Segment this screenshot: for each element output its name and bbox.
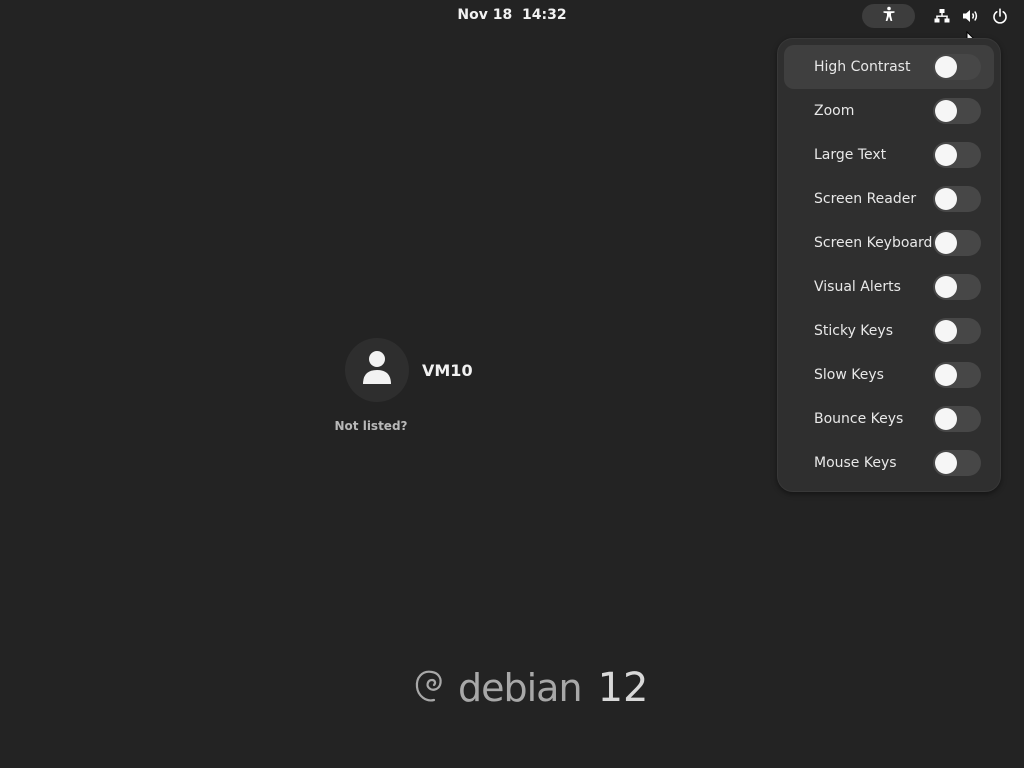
user-name: VM10 bbox=[422, 360, 473, 380]
switch-knob bbox=[935, 320, 957, 342]
debian-swirl-icon bbox=[412, 666, 446, 710]
menu-item-label: Sticky Keys bbox=[814, 323, 893, 339]
menu-item-bounce-keys[interactable]: Bounce Keys bbox=[784, 397, 994, 441]
bounce-keys-switch[interactable] bbox=[933, 406, 981, 432]
user-list-item[interactable]: VM10 bbox=[345, 338, 473, 402]
menu-item-label: Screen Reader bbox=[814, 191, 917, 207]
not-listed-button[interactable]: Not listed? bbox=[331, 419, 411, 433]
menu-item-screen-keyboard[interactable]: Screen Keyboard bbox=[784, 221, 994, 265]
switch-knob bbox=[935, 188, 957, 210]
power-icon bbox=[988, 4, 1012, 28]
switch-knob bbox=[935, 452, 957, 474]
menu-item-large-text[interactable]: Large Text bbox=[784, 133, 994, 177]
switch-knob bbox=[935, 408, 957, 430]
large-text-switch[interactable] bbox=[933, 142, 981, 168]
screen-keyboard-switch[interactable] bbox=[933, 230, 981, 256]
switch-knob bbox=[935, 100, 957, 122]
clock-time: 14:32 bbox=[522, 7, 567, 23]
clock-button[interactable]: Nov 18 14:32 bbox=[457, 7, 566, 23]
user-avatar-icon bbox=[361, 350, 393, 390]
mouse-keys-switch[interactable] bbox=[933, 450, 981, 476]
clock-date: Nov 18 bbox=[457, 7, 513, 23]
menu-item-label: High Contrast bbox=[814, 59, 911, 75]
menu-item-label: Visual Alerts bbox=[814, 279, 901, 295]
volume-icon bbox=[959, 4, 983, 28]
screen-reader-switch[interactable] bbox=[933, 186, 981, 212]
menu-item-slow-keys[interactable]: Slow Keys bbox=[784, 353, 994, 397]
network-wired-icon bbox=[930, 4, 954, 28]
slow-keys-switch[interactable] bbox=[933, 362, 981, 388]
switch-knob bbox=[935, 144, 957, 166]
system-status-area[interactable] bbox=[926, 4, 1016, 28]
menu-item-sticky-keys[interactable]: Sticky Keys bbox=[784, 309, 994, 353]
switch-knob bbox=[935, 276, 957, 298]
accessibility-menu-button[interactable] bbox=[862, 4, 915, 28]
accessibility-icon bbox=[881, 6, 897, 26]
menu-item-label: Screen Keyboard bbox=[814, 235, 933, 251]
menu-item-label: Large Text bbox=[814, 147, 887, 163]
switch-knob bbox=[935, 232, 957, 254]
visual-alerts-switch[interactable] bbox=[933, 274, 981, 300]
zoom-switch[interactable] bbox=[933, 98, 981, 124]
switch-knob bbox=[935, 56, 957, 78]
menu-item-label: Slow Keys bbox=[814, 367, 884, 383]
menu-item-label: Mouse Keys bbox=[814, 455, 897, 471]
menu-item-label: Zoom bbox=[814, 103, 855, 119]
menu-item-screen-reader[interactable]: Screen Reader bbox=[784, 177, 994, 221]
switch-knob bbox=[935, 364, 957, 386]
brand-version: 12 bbox=[597, 665, 649, 711]
distro-logo: debian 12 bbox=[412, 664, 648, 712]
login-screen: Nov 18 14:32 High Contrast Zoom Large Te… bbox=[0, 0, 1024, 768]
brand-wordmark: debian bbox=[458, 666, 583, 710]
high-contrast-switch[interactable] bbox=[933, 54, 981, 80]
menu-item-mouse-keys[interactable]: Mouse Keys bbox=[784, 441, 994, 485]
menu-item-high-contrast[interactable]: High Contrast bbox=[784, 45, 994, 89]
menu-item-visual-alerts[interactable]: Visual Alerts bbox=[784, 265, 994, 309]
menu-item-zoom[interactable]: Zoom bbox=[784, 89, 994, 133]
menu-item-label: Bounce Keys bbox=[814, 411, 904, 427]
avatar bbox=[345, 338, 409, 402]
accessibility-menu: High Contrast Zoom Large Text Screen Rea… bbox=[777, 38, 1001, 492]
sticky-keys-switch[interactable] bbox=[933, 318, 981, 344]
